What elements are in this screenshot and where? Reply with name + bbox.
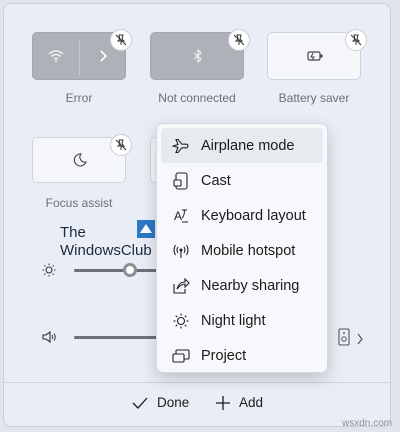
- hotspot-icon: [161, 243, 201, 259]
- menu-item-project[interactable]: Project: [161, 338, 323, 373]
- airplane-icon: [161, 138, 201, 154]
- menu-item-label: Keyboard layout: [201, 207, 306, 224]
- add-label: Add: [239, 395, 264, 410]
- unpin-icon[interactable]: [228, 29, 250, 51]
- add-tile-menu: Airplane mode Cast A Keyboard layout Mob…: [156, 123, 328, 373]
- project-icon: [161, 348, 201, 364]
- footer-bar: Done Add: [4, 382, 390, 426]
- night-light-icon: [161, 313, 201, 329]
- brand-logo-icon: [137, 220, 155, 238]
- unpin-icon[interactable]: [345, 29, 367, 51]
- watermark: wsxdn.com: [341, 418, 392, 429]
- add-button[interactable]: Add: [216, 395, 263, 410]
- svg-text:A: A: [174, 209, 182, 223]
- wifi-icon: [33, 33, 79, 79]
- menu-item-label: Cast: [201, 172, 231, 189]
- menu-item-cast[interactable]: Cast: [161, 163, 323, 198]
- brightness-icon: [42, 263, 56, 282]
- tile-label-focus-assist: Focus assist: [45, 196, 113, 210]
- cast-icon: [161, 171, 201, 190]
- menu-item-night-light[interactable]: Night light: [161, 303, 323, 338]
- done-label: Done: [157, 395, 190, 410]
- checkmark-icon: [132, 397, 148, 409]
- menu-item-keyboard-layout[interactable]: A Keyboard layout: [161, 198, 323, 233]
- menu-item-airplane-mode[interactable]: Airplane mode: [161, 128, 323, 163]
- brightness-slider-thumb[interactable]: [122, 263, 137, 277]
- volume-slider-track[interactable]: [74, 336, 160, 339]
- menu-item-label: Nearby sharing: [201, 277, 300, 294]
- menu-item-nearby-sharing[interactable]: Nearby sharing: [161, 268, 323, 303]
- audio-output-icon[interactable]: [338, 328, 350, 351]
- nearby-sharing-icon: [161, 277, 201, 294]
- tile-label-battery-saver: Battery saver: [278, 91, 350, 105]
- brand-line-2: WindowsClub: [60, 242, 152, 259]
- menu-item-label: Mobile hotspot: [201, 242, 296, 259]
- brightness-slider-track[interactable]: [74, 269, 160, 272]
- keyboard-layout-icon: A: [161, 208, 201, 224]
- plus-icon: [216, 395, 230, 410]
- unpin-icon[interactable]: [110, 134, 132, 156]
- speaker-icon: [42, 330, 58, 349]
- done-button[interactable]: Done: [132, 395, 189, 410]
- menu-item-label: Project: [201, 347, 247, 364]
- unpin-icon[interactable]: [110, 29, 132, 51]
- tile-label-bluetooth: Not connected: [158, 91, 236, 105]
- tile-label-wifi: Error: [65, 91, 93, 105]
- menu-item-label: Airplane mode: [201, 137, 295, 154]
- menu-item-label: Night light: [201, 312, 266, 329]
- menu-item-mobile-hotspot[interactable]: Mobile hotspot: [161, 233, 323, 268]
- chevron-right-icon[interactable]: [356, 332, 364, 350]
